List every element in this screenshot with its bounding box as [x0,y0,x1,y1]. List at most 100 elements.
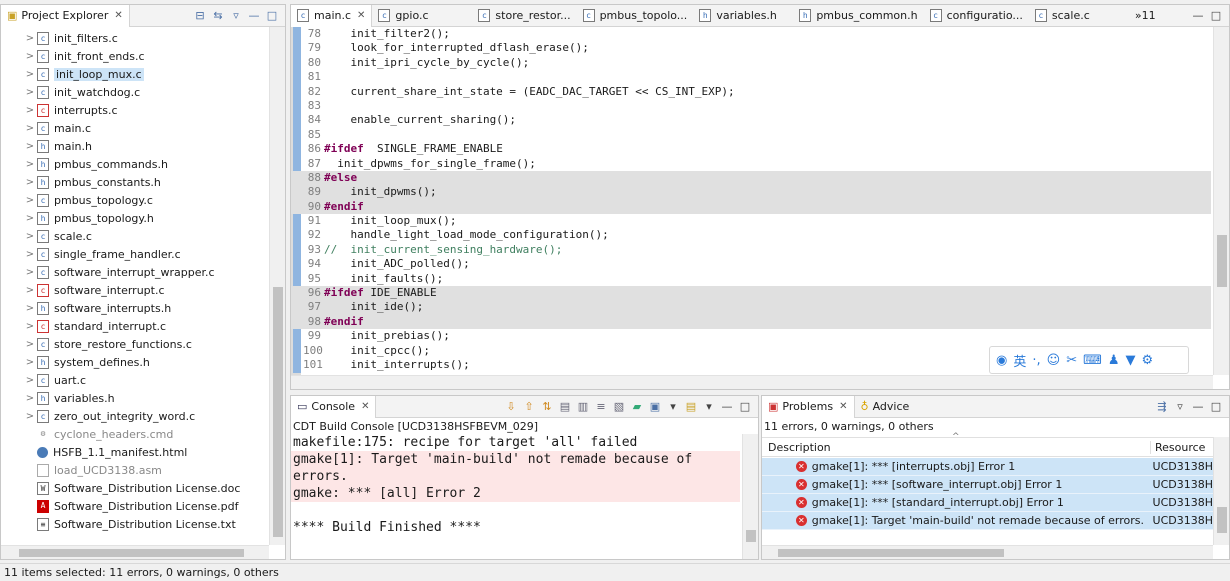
tab-editor-file[interactable]: h variables.h [693,5,793,27]
tree-item[interactable]: > c interrupts.c [23,101,267,119]
open-console-icon[interactable]: ▤ [684,400,698,413]
minimize-icon[interactable]: — [247,9,261,22]
tree-item[interactable]: > c init_front_ends.c [23,47,267,65]
ime-punct-icon[interactable]: ·, [1032,353,1040,368]
minimize-icon[interactable]: — [720,400,734,413]
expand-arrow-icon[interactable]: > [23,195,37,206]
tree-item[interactable]: > c single_frame_handler.c [23,245,267,263]
tab-editor-file[interactable]: c main.c ✕ [291,4,373,27]
ime-emoji-icon[interactable]: ☺ [1047,353,1061,368]
tree-item[interactable]: > c zero_out_integrity_word.c [23,407,267,425]
collapse-all-icon[interactable]: ⊟ [193,9,207,22]
tree-item[interactable]: load_UCD3138.asm [23,461,267,479]
display-console-icon[interactable]: ▣ [648,400,662,413]
maximize-icon[interactable]: □ [1209,400,1223,413]
minimize-icon[interactable]: — [1191,400,1205,413]
maximize-icon[interactable]: □ [265,9,279,22]
tree-item[interactable]: > h main.h [23,137,267,155]
show-error-icon[interactable]: ⇅ [540,400,554,413]
editor-vertical-scrollbar[interactable] [1213,27,1229,375]
tree-item[interactable]: W Software_Distribution License.doc [23,479,267,497]
copy-icon[interactable]: ▤ [558,400,572,413]
ime-settings-icon[interactable]: ⚙ [1142,353,1154,368]
scrollbar-thumb[interactable] [1217,235,1227,287]
tab-overflow-button[interactable]: »11 [1129,5,1162,27]
expand-arrow-icon[interactable]: > [23,357,37,368]
code-editor[interactable]: 78 init_filter2(); 79 look_for_interrupte… [291,27,1211,375]
expand-arrow-icon[interactable]: > [23,33,37,44]
expand-arrow-icon[interactable]: > [23,69,37,80]
ime-language-toggle[interactable]: 英 [1013,351,1026,370]
close-icon[interactable]: ✕ [361,401,369,412]
tree-item[interactable]: > h pmbus_topology.h [23,209,267,227]
word-wrap-icon[interactable]: ≡ [594,400,608,413]
console-vertical-scrollbar[interactable] [742,434,758,559]
link-editor-icon[interactable]: ⇆ [211,9,225,22]
tree-item[interactable]: > c software_interrupt.c [23,281,267,299]
expand-arrow-icon[interactable]: > [23,339,37,350]
expand-arrow-icon[interactable]: > [23,51,37,62]
clear-console-icon[interactable]: ▧ [612,400,626,413]
explorer-vertical-scrollbar[interactable] [269,27,285,545]
expand-arrow-icon[interactable]: > [23,249,37,260]
scroll-lock-icon[interactable]: ▥ [576,400,590,413]
tree-item[interactable]: > c init_filters.c [23,29,267,47]
column-header-description[interactable]: Description [762,441,1150,454]
tree-item[interactable]: > h variables.h [23,389,267,407]
tree-item[interactable]: > c init_loop_mux.c [23,65,267,83]
scrollbar-thumb[interactable] [778,549,1004,557]
tab-editor-file[interactable]: c store_restor... [472,5,576,27]
tab-editor-file[interactable]: h pmbus_common.h [793,5,923,27]
expand-arrow-icon[interactable]: > [23,393,37,404]
expand-arrow-icon[interactable]: > [23,267,37,278]
console-output[interactable]: makefile:175: recipe for target 'all' fa… [291,434,740,536]
expand-arrow-icon[interactable]: > [23,321,37,332]
expand-arrow-icon[interactable]: > [23,105,37,116]
tree-item[interactable]: > c scale.c [23,227,267,245]
ime-toolbar[interactable]: ◉ 英 ·, ☺ ✂ ⌨ ♟ ▼ ⚙ [989,346,1189,374]
next-error-icon[interactable]: ⇩ [504,400,518,413]
expand-arrow-icon[interactable]: > [23,375,37,386]
view-menu-icon[interactable]: ▿ [229,9,243,22]
tree-item[interactable]: > h pmbus_constants.h [23,173,267,191]
maximize-icon[interactable]: □ [1209,9,1223,22]
editor-horizontal-scrollbar[interactable] [291,375,1213,389]
problem-row[interactable]: ✕ gmake[1]: Target 'main-build' not remad… [762,512,1213,530]
tree-item[interactable]: HSFB_1.1_manifest.html [23,443,267,461]
close-icon[interactable]: ✕ [357,10,365,21]
problems-vertical-scrollbar[interactable] [1213,437,1229,545]
close-icon[interactable]: ✕ [839,401,847,412]
tree-item[interactable]: > h system_defines.h [23,353,267,371]
expand-arrow-icon[interactable]: > [23,213,37,224]
tree-item[interactable]: > c uart.c [23,371,267,389]
expand-arrow-icon[interactable]: > [23,123,37,134]
tab-editor-file[interactable]: c configuratio... [924,5,1029,27]
expand-arrow-icon[interactable]: > [23,231,37,242]
tab-project-explorer[interactable]: ▣ Project Explorer ✕ [1,4,130,27]
tab-editor-file[interactable]: c gpio.c [372,5,472,27]
expand-arrow-icon[interactable]: > [23,285,37,296]
scrollbar-thumb[interactable] [19,549,244,557]
dropdown-icon[interactable]: ▾ [666,400,680,413]
close-icon[interactable]: ✕ [114,10,122,21]
tree-item[interactable]: > c pmbus_topology.c [23,191,267,209]
expand-arrow-icon[interactable]: > [23,177,37,188]
problem-row[interactable]: ✕ gmake[1]: *** [standard_interrupt.obj] … [762,494,1213,512]
tree-item[interactable]: > c main.c [23,119,267,137]
ime-logo-icon[interactable]: ◉ [996,353,1007,368]
previous-error-icon[interactable]: ⇧ [522,400,536,413]
expand-arrow-icon[interactable]: > [23,87,37,98]
filter-icon[interactable]: ⇶ [1155,400,1169,413]
tab-editor-file[interactable]: c pmbus_topolo... [577,5,694,27]
pin-console-icon[interactable]: ▰ [630,400,644,413]
tree-item[interactable]: ≡ Software_Distribution License.txt [23,515,267,533]
tree-item[interactable]: > c software_interrupt_wrapper.c [23,263,267,281]
expand-arrow-icon[interactable]: > [23,411,37,422]
expand-arrow-icon[interactable]: > [23,159,37,170]
tree-item[interactable]: > h pmbus_commands.h [23,155,267,173]
expand-arrow-icon[interactable]: > [23,303,37,314]
tab-console[interactable]: ▭ Console ✕ [291,395,377,418]
scrollbar-thumb[interactable] [1217,507,1227,533]
ime-skin-icon[interactable]: ▼ [1126,353,1136,368]
ime-scissors-icon[interactable]: ✂ [1066,353,1077,368]
